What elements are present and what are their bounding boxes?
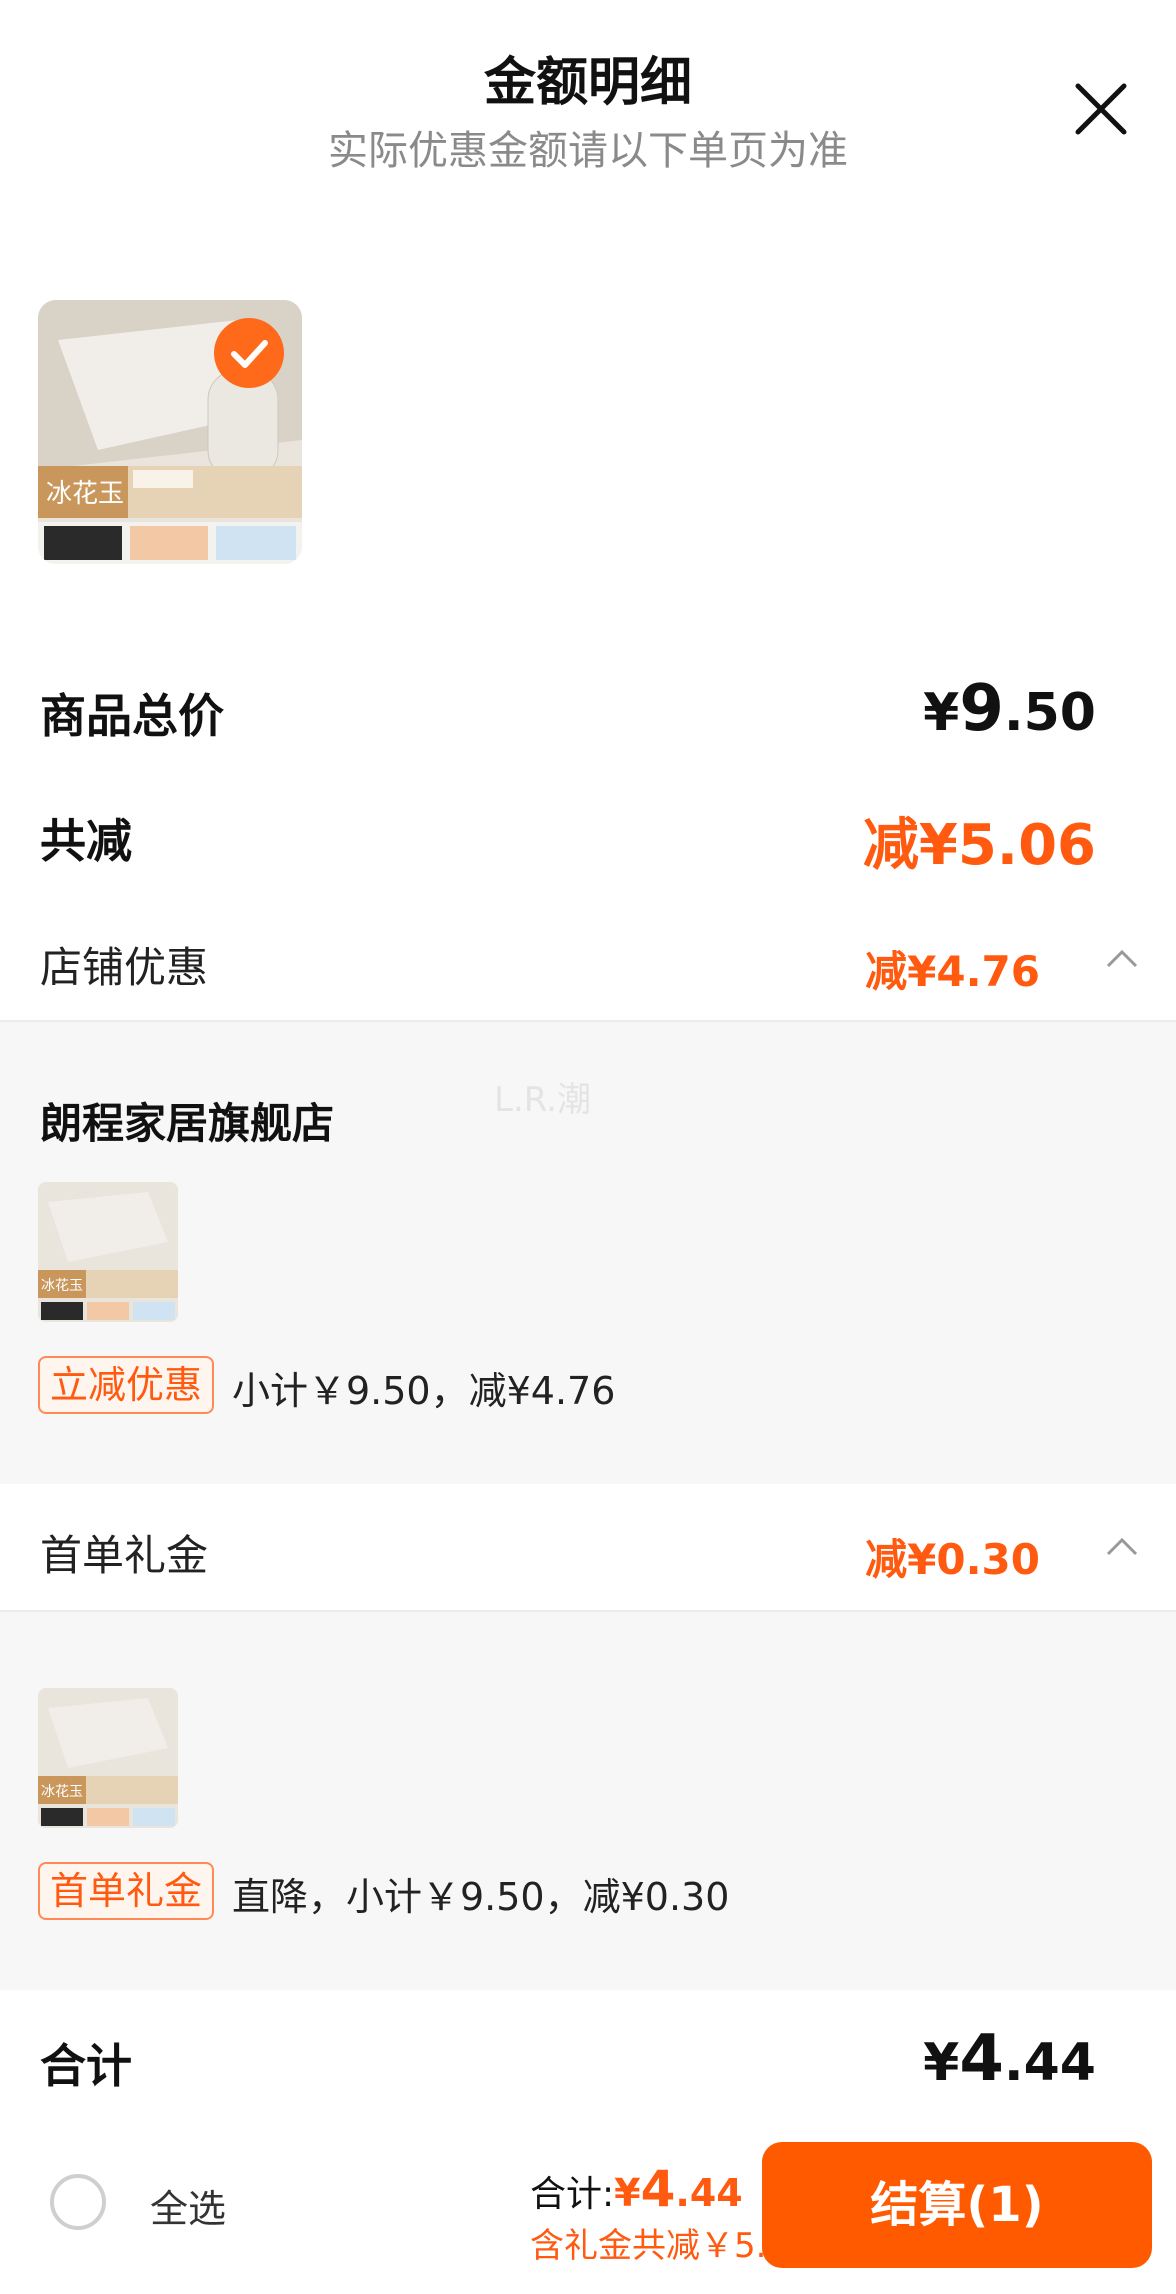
checkout-button[interactable]: 结算(1) [762, 2142, 1152, 2268]
discount-value: 减¥5.06 [862, 813, 1096, 878]
chevron-up-icon[interactable] [1104, 946, 1140, 970]
shop-name: 朗程家居旗舰店 [40, 1099, 335, 1148]
grand-total-value: ¥4.44 [923, 2022, 1096, 2096]
product-thumbnail: 冰花玉 [38, 1688, 178, 1828]
svg-text:冰花玉: 冰花玉 [41, 1784, 83, 1800]
select-all-radio[interactable] [50, 2174, 106, 2230]
close-icon[interactable] [1070, 78, 1132, 140]
shop-discount-detail: 小计￥9.50，减¥4.76 [232, 1369, 616, 1413]
select-all-label[interactable]: 全选 [150, 2178, 226, 2233]
first-order-label: 首单礼金 [40, 1531, 209, 1580]
chevron-up-icon[interactable] [1104, 1534, 1140, 1558]
instant-discount-tag: 立减优惠 [38, 1356, 215, 1414]
shop-discount-value[interactable]: 减¥4.76 [865, 938, 1040, 999]
shop-discount-label: 店铺优惠 [40, 943, 209, 992]
product-thumbnail: 冰花玉 [38, 1182, 178, 1322]
total-price-label: 商品总价 [40, 689, 224, 743]
total-price-value: ¥9.50 [923, 672, 1096, 746]
svg-text:冰花玉: 冰花玉 [41, 1278, 83, 1294]
svg-text:冰花玉: 冰花玉 [46, 479, 124, 509]
page-title: 金额明细 [483, 53, 692, 113]
selected-check-icon[interactable] [214, 318, 284, 388]
page-subtitle: 实际优惠金额请以下单页为准 [328, 128, 848, 174]
bottom-total: 合计:¥4.44 [530, 2160, 743, 2218]
first-order-detail: 直降，小计￥9.50，减¥0.30 [232, 1875, 730, 1919]
watermark: L.R.潮 [494, 1080, 591, 1120]
grand-total-label: 合计 [40, 2039, 132, 2093]
first-order-gift-tag: 首单礼金 [38, 1862, 215, 1920]
first-order-value[interactable]: 减¥0.30 [865, 1526, 1040, 1587]
discount-label: 共减 [40, 814, 132, 868]
